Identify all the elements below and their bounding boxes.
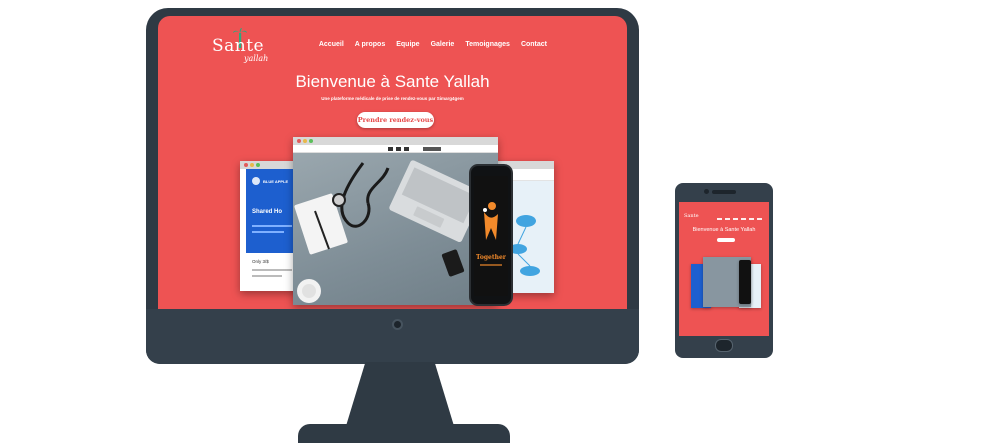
nav-contact[interactable]: Contact [521, 41, 547, 48]
mockup-price: Only 3/$ [252, 259, 269, 264]
medical-desk-illustration [294, 160, 484, 303]
mobile-logo[interactable]: Sante [684, 213, 699, 219]
mockup-brand: BLUE APPLE [263, 179, 289, 184]
phone-app-title: Together [476, 254, 506, 261]
nav-temoignages[interactable]: Temoignages [465, 41, 510, 48]
mobile-nav-item[interactable] [717, 218, 722, 220]
logo-text: Sante [212, 36, 265, 56]
mobile-cta-button[interactable] [717, 238, 735, 242]
book-appointment-button[interactable]: Prendre rendez-vous [357, 112, 434, 128]
mobile-hero-title: Bienvenue à Sante Yallah [692, 227, 756, 233]
mockup-phone-screen: Together [474, 176, 508, 296]
mobile-mockup-phone [739, 260, 751, 304]
nav-a-propos[interactable]: A propos [355, 41, 385, 48]
monitor-stand-base [298, 424, 510, 443]
webcam-icon [392, 319, 403, 330]
site-navbar: Sante yallah Accueil A propos Equipe Gal… [158, 16, 627, 66]
mobile-nav-item[interactable] [741, 218, 746, 220]
together-figure-icon [483, 202, 498, 240]
desktop-monitor: Sante yallah Accueil A propos Equipe Gal… [146, 8, 639, 364]
mockup-phone: Together [469, 164, 513, 306]
mobile-nav-item[interactable] [733, 218, 738, 220]
phone-speaker [712, 190, 736, 194]
mobile-nav-item[interactable] [757, 218, 762, 220]
monitor-chin [146, 309, 639, 364]
window-titlebar [293, 137, 498, 145]
mobile-nav-item[interactable] [725, 218, 730, 220]
mockup-heading: Shared Ho [252, 209, 283, 215]
hero-title: Bienvenue à Sante Yallah [295, 72, 490, 91]
nav-equipe[interactable]: Equipe [396, 41, 419, 48]
mobile-screen: Sante Bienvenue à Sante Yallah [679, 202, 769, 336]
monitor-stand-neck [346, 362, 454, 426]
nav-links: Accueil A propos Equipe Galerie Temoigna… [319, 41, 547, 48]
phone-home-button[interactable] [715, 339, 733, 352]
mobile-nav [717, 218, 762, 220]
nav-galerie[interactable]: Galerie [431, 41, 455, 48]
mobile-device: Sante Bienvenue à Sante Yallah [675, 183, 773, 358]
desk-photo [293, 153, 498, 305]
mobile-nav-item[interactable] [749, 218, 754, 220]
desktop-screen: Sante yallah Accueil A propos Equipe Gal… [158, 16, 627, 309]
phone-camera-icon [704, 189, 709, 194]
mockup-center-window [293, 137, 498, 305]
hero-subtitle: Une plateforme médicale de prise de rend… [321, 96, 464, 101]
nav-accueil[interactable]: Accueil [319, 41, 344, 48]
site-logo[interactable]: Sante yallah [212, 28, 272, 63]
showcase-stage: Sante yallah Accueil A propos Equipe Gal… [0, 0, 1000, 443]
logo-subtext: yallah [244, 54, 269, 63]
